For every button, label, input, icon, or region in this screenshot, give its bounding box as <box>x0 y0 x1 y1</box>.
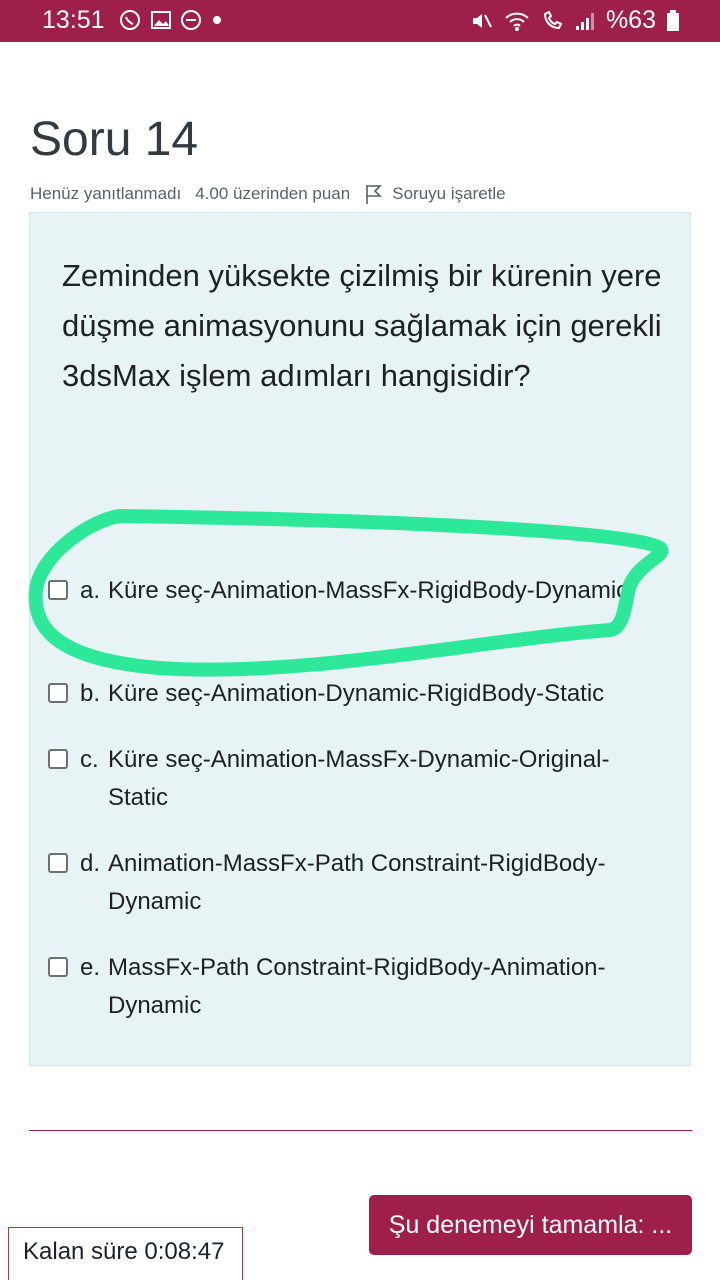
signal-icon <box>574 10 596 32</box>
battery-percent: %63 <box>605 6 656 34</box>
option-text: Küre seç-Animation-MassFx-RigidBody-Dyna… <box>108 577 629 604</box>
flag-question-link[interactable]: Soruyu işaretle <box>364 183 506 205</box>
status-time: 13:51 <box>42 6 105 34</box>
question-box: Zeminden yüksekte çizilmiş bir kürenin y… <box>29 212 691 1066</box>
divider <box>29 1130 692 1131</box>
flag-icon <box>364 183 384 205</box>
battery-icon <box>666 9 680 32</box>
mute-icon <box>470 9 494 33</box>
option-c-checkbox[interactable] <box>48 749 68 769</box>
option-text: Küre seç-Animation-Dynamic-RigidBody-Sta… <box>108 680 605 707</box>
question-title: Soru 14 <box>30 113 199 166</box>
question-points: 4.00 üzerinden puan <box>195 184 351 203</box>
option-text: MassFx-Path Constraint-RigidBody-Animati… <box>108 954 606 1019</box>
option-letter: e. <box>80 954 101 981</box>
image-icon <box>150 9 172 31</box>
wifi-icon <box>504 10 530 32</box>
finish-attempt-button[interactable]: Şu denemeyi tamamla: ... <box>369 1195 692 1255</box>
remaining-time: Kalan süre 0:08:47 <box>8 1227 243 1280</box>
option-text: Küre seç-Animation-MassFx-Dynamic-Origin… <box>108 746 610 811</box>
whatsapp-icon <box>118 8 142 32</box>
dot-icon <box>210 13 224 27</box>
option-letter: d. <box>80 850 101 877</box>
question-text: Zeminden yüksekte çizilmiş bir kürenin y… <box>62 258 662 393</box>
flag-question-label: Soruyu işaretle <box>392 184 506 203</box>
option-d-checkbox[interactable] <box>48 853 68 873</box>
option-letter: b. <box>80 680 101 707</box>
option-e-checkbox[interactable] <box>48 957 68 977</box>
status-bar: 13:51 %63 <box>0 0 720 42</box>
question-meta: Henüz yanıtlanmadı 4.00 üzerinden puan S… <box>30 183 506 205</box>
option-b-checkbox[interactable] <box>48 683 68 703</box>
option-letter: a. <box>80 577 101 604</box>
do-not-disturb-icon <box>180 9 202 31</box>
question-status: Henüz yanıtlanmadı <box>30 184 182 203</box>
option-text: Animation-MassFx-Path Constraint-RigidBo… <box>108 850 606 915</box>
option-a-checkbox[interactable] <box>48 580 68 600</box>
wifi-call-icon <box>540 10 564 32</box>
option-letter: c. <box>80 746 99 773</box>
